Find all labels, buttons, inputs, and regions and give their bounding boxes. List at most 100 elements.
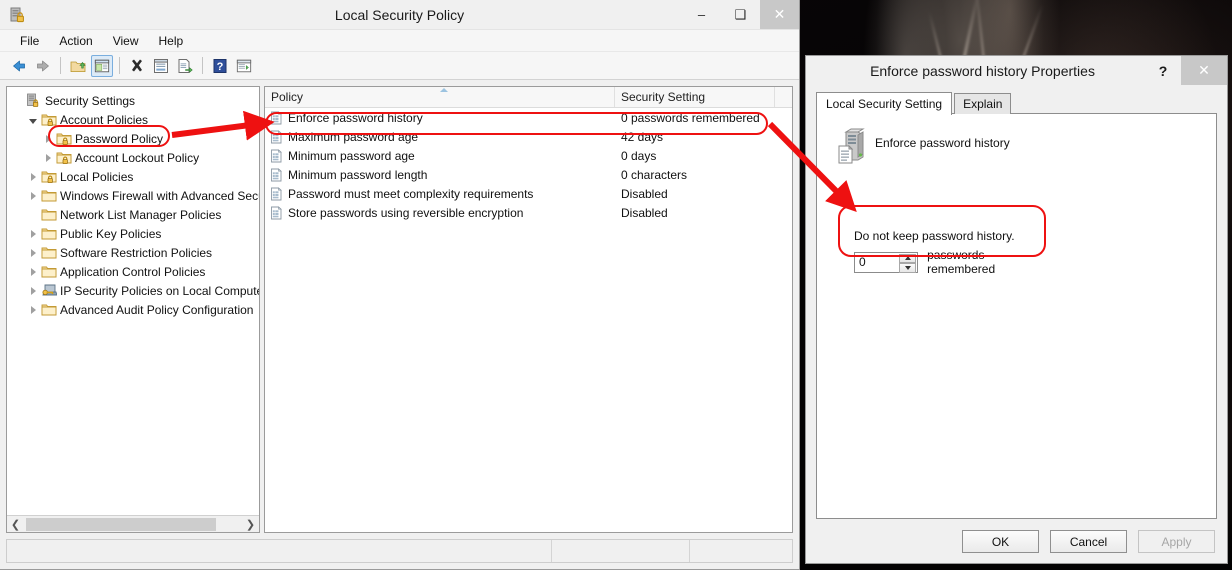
chevron-right-icon[interactable] (26, 286, 40, 295)
password-history-stepper[interactable] (899, 253, 917, 273)
chevron-down-icon[interactable] (26, 116, 40, 124)
chevron-right-icon[interactable] (26, 267, 40, 276)
policy-name-label: Enforce password history (875, 136, 1010, 150)
sort-ascending-icon (439, 88, 448, 92)
tree-node[interactable]: Windows Firewall with Advanced Secu (11, 186, 259, 205)
dialog-content: Local Security Setting Explain Enforce p… (816, 92, 1217, 519)
export-list-icon[interactable] (174, 55, 196, 77)
console-tree[interactable]: Security Settings Account Policies Passwor… (7, 87, 259, 515)
security-setting-cell: 42 days (621, 129, 664, 144)
chevron-right-icon[interactable] (26, 191, 40, 200)
folder-icon (40, 226, 58, 241)
up-arrow-icon[interactable] (899, 253, 917, 263)
policy-cell: Store passwords using reversible encrypt… (265, 206, 615, 220)
scroll-thumb[interactable] (26, 517, 216, 531)
scroll-right-icon[interactable]: ❯ (242, 518, 259, 531)
dialog-title: Enforce password history Properties (870, 63, 1095, 79)
tree-node[interactable]: Advanced Audit Policy Configuration (11, 300, 259, 319)
tree-horizontal-scrollbar[interactable]: ❮ ❯ (7, 515, 259, 532)
tab-explain[interactable]: Explain (954, 93, 1012, 114)
policy-document-icon (270, 186, 288, 201)
apply-button: Apply (1138, 530, 1215, 553)
security-setting-cell: 0 passwords remembered (621, 110, 760, 125)
tree-node[interactable]: Account Lockout Policy (11, 148, 259, 167)
tree-node-label: Local Policies (60, 169, 134, 184)
security-setting-cell: Disabled (621, 205, 668, 220)
down-arrow-icon[interactable] (899, 263, 917, 273)
menu-bar: File Action View Help (0, 30, 799, 52)
toolbar: ? (0, 52, 799, 80)
ok-button[interactable]: OK (962, 530, 1039, 553)
table-row[interactable]: Minimum password length 0 characters (265, 165, 792, 184)
tree-node-label: IP Security Policies on Local Compute (60, 283, 259, 298)
folder-icon (40, 207, 58, 222)
tree-node[interactable]: Application Control Policies (11, 262, 259, 281)
chevron-right-icon[interactable] (26, 229, 40, 238)
password-history-input[interactable]: 0 (854, 251, 919, 273)
chevron-right-icon[interactable] (26, 172, 40, 181)
dialog-close-button[interactable]: ✕ (1181, 56, 1227, 85)
close-button[interactable]: ✕ (760, 0, 799, 29)
show-hide-action-pane-icon[interactable] (233, 55, 255, 77)
tree-node[interactable]: Local Policies (11, 167, 259, 186)
delete-icon[interactable] (126, 55, 148, 77)
table-row[interactable]: Maximum password age 42 days (265, 127, 792, 146)
policy-name: Maximum password age (288, 129, 419, 144)
password-history-value: 0 (859, 255, 866, 269)
tree-node[interactable]: Account Policies (11, 110, 259, 129)
setting-unit-label: passwords remembered (927, 248, 996, 276)
folder-lock-icon (40, 169, 58, 184)
chevron-right-icon[interactable] (26, 305, 40, 314)
dialog-help-button[interactable]: ? (1146, 56, 1180, 85)
column-header[interactable]: Security Setting (615, 87, 775, 107)
tree-node[interactable]: Security Settings (11, 91, 259, 110)
folder-icon (40, 302, 58, 317)
svg-text:?: ? (217, 61, 224, 73)
menu-file[interactable]: File (10, 32, 49, 50)
table-row[interactable]: Password must meet complexity requiremen… (265, 184, 792, 203)
chevron-right-icon[interactable] (26, 248, 40, 257)
properties-icon[interactable] (150, 55, 172, 77)
tab-local-security-setting[interactable]: Local Security Setting (816, 92, 953, 115)
chevron-right-icon[interactable] (41, 134, 55, 143)
toolbar-separator (60, 57, 61, 74)
chevron-right-icon[interactable] (41, 153, 55, 162)
folder-icon (40, 245, 58, 260)
dialog-buttons: OK Cancel Apply (962, 530, 1215, 553)
minimize-button[interactable]: – (682, 0, 721, 29)
cancel-button[interactable]: Cancel (1050, 530, 1127, 553)
policy-document-icon (270, 148, 288, 163)
tree-node[interactable]: Software Restriction Policies (11, 243, 259, 262)
menu-help[interactable]: Help (149, 32, 194, 50)
help-icon[interactable]: ? (209, 55, 231, 77)
tree-node-label: Advanced Audit Policy Configuration (60, 302, 254, 317)
table-row[interactable]: Enforce password history 0 passwords reme… (265, 108, 792, 127)
tree-node[interactable]: Public Key Policies (11, 224, 259, 243)
tree-node[interactable]: Network List Manager Policies (11, 205, 259, 224)
tree-node[interactable]: Password Policy (11, 129, 259, 148)
column-header[interactable]: Policy (265, 87, 615, 107)
scroll-track[interactable] (24, 516, 242, 532)
column-header-filler (775, 87, 792, 107)
security-setting-cell: 0 days (621, 148, 657, 163)
policy-cell: Password must meet complexity requiremen… (265, 187, 615, 201)
status-pane-tertiary (690, 540, 792, 562)
back-icon[interactable] (8, 55, 30, 77)
tree-node[interactable]: IP Security Policies on Local Compute (11, 281, 259, 300)
dialog-tabs: Local Security Setting Explain (816, 92, 1217, 115)
menu-view[interactable]: View (103, 32, 149, 50)
column-header-label: Security Setting (621, 90, 706, 104)
tree-node-label: Software Restriction Policies (60, 245, 213, 260)
up-one-level-icon[interactable] (67, 55, 89, 77)
policy-list[interactable]: Enforce password history 0 passwords reme… (265, 108, 792, 532)
scroll-left-icon[interactable]: ❮ (7, 518, 24, 531)
maximize-button[interactable]: ❑ (721, 0, 760, 29)
menu-action[interactable]: Action (49, 32, 102, 50)
folder-lock-icon (55, 150, 73, 165)
forward-icon[interactable] (32, 55, 54, 77)
policy-list-pane: Policy Security Setting Enforce password … (264, 86, 793, 533)
table-row[interactable]: Store passwords using reversible encrypt… (265, 203, 792, 222)
enforce-password-history-properties-dialog: Enforce password history Properties ? ✕ … (805, 55, 1228, 564)
table-row[interactable]: Minimum password age 0 days (265, 146, 792, 165)
show-hide-console-tree-icon[interactable] (91, 54, 113, 77)
